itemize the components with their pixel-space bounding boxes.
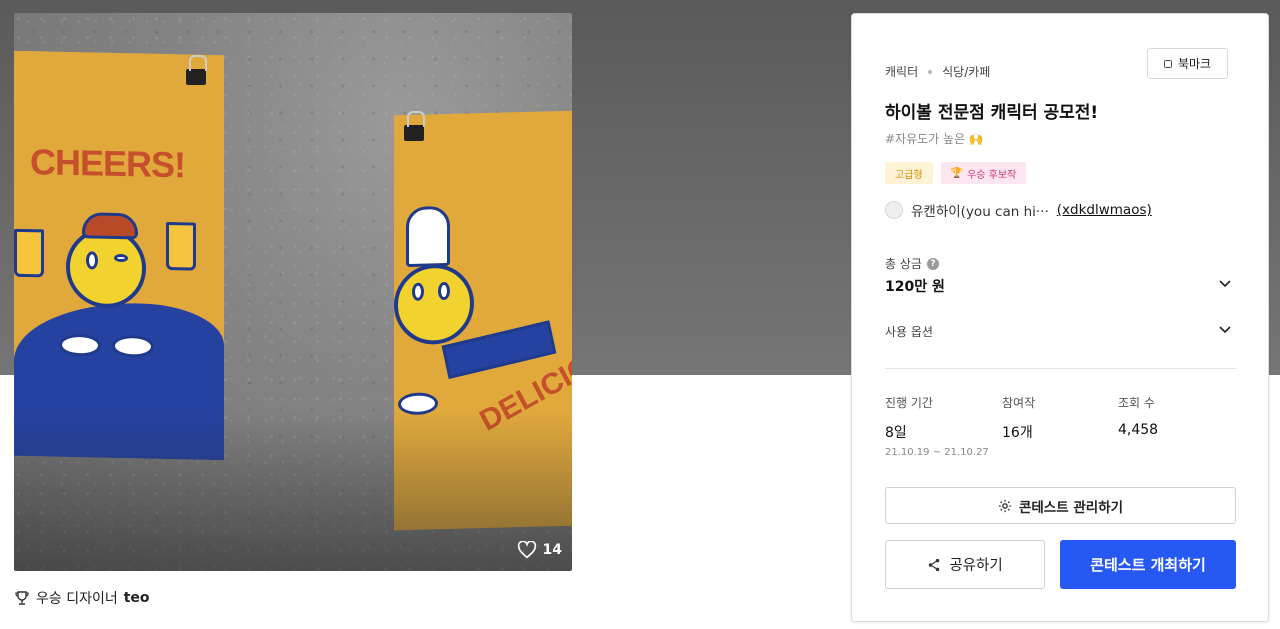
chevron-down-icon[interactable] [1217, 321, 1233, 337]
contest-title: 하이볼 전문점 캐릭터 공모전! [885, 103, 1099, 123]
mascot-character [66, 226, 146, 309]
winner-candidate-label: 우승 후보작 [967, 169, 1017, 181]
author-id[interactable]: (xdkdlwmaos) [1057, 202, 1152, 218]
mascot-hat [82, 212, 138, 240]
author-name: 유캔하이(you can hi··· [911, 204, 1049, 220]
avatar [885, 201, 903, 219]
like-count: 14 [542, 542, 562, 558]
mascot-eye [412, 282, 424, 301]
prize-value: 120만 원 [885, 279, 945, 295]
entries-value: 16개 [1002, 425, 1033, 441]
premium-badge: 고급형 [885, 162, 933, 184]
host-contest-button[interactable]: 콘테스트 개최하기 [1060, 540, 1236, 589]
separator-dot [928, 69, 933, 74]
prize-label: 총 상금 ? [885, 255, 939, 272]
usage-option-label[interactable]: 사용 옵션 [885, 323, 933, 340]
trophy-icon: 🏆 [950, 167, 964, 179]
prize-label-text: 총 상금 [885, 257, 922, 271]
category-character[interactable]: 캐릭터 [885, 63, 918, 80]
chevron-down-icon[interactable] [1217, 275, 1233, 291]
poster-cheers-text: CHEERS! [30, 141, 186, 186]
share-icon [929, 558, 940, 571]
like-button[interactable]: 14 [517, 541, 562, 559]
period-label: 진행 기간 [885, 396, 933, 410]
mascot-eye [438, 281, 450, 301]
chef-character [394, 263, 474, 346]
mascot-feet [59, 333, 101, 357]
period-range: 21.10.19 ~ 21.10.27 [885, 447, 989, 458]
entries-label: 참여작 [1002, 396, 1036, 410]
poster-cheers: CHEERS! [14, 50, 224, 461]
winner-prefix: 우승 디자이너 [36, 591, 118, 607]
stat-entries: 참여작 16개 [1002, 394, 1035, 442]
gear-icon [998, 499, 1012, 512]
contest-tagline: #자유도가 높은 🙌 [885, 132, 984, 146]
trophy-icon [15, 591, 29, 605]
category-restaurant-cafe[interactable]: 식당/카페 [942, 63, 990, 80]
manage-contest-label: 콘테스트 관리하기 [1018, 499, 1124, 516]
bookmark-label: 북마크 [1177, 57, 1212, 71]
mascot-eye [86, 251, 98, 270]
mascot-feet [112, 334, 154, 358]
mascot-eye [114, 253, 128, 263]
badge-group: 고급형 🏆 우승 후보작 [885, 162, 1027, 184]
bottom-shadow [14, 411, 572, 571]
views-value: 4,458 [1118, 422, 1159, 438]
beer-glass-left [14, 228, 44, 278]
winner-name[interactable]: teo [124, 590, 150, 606]
divider [885, 368, 1236, 369]
share-label: 공유하기 [949, 558, 1003, 574]
contest-info-card: 캐릭터 식당/카페 북마크 하이볼 전문점 캐릭터 공모전! #자유도가 높은 … [851, 13, 1269, 622]
binder-clip [186, 55, 207, 85]
category-breadcrumb: 캐릭터 식당/카페 [885, 63, 990, 80]
stat-views: 조회 수 4,458 [1118, 394, 1158, 438]
beer-glass-right [166, 221, 196, 271]
contest-artwork-image[interactable]: CHEERS! DELICIOU 14 [14, 13, 572, 571]
bookmark-icon [1163, 59, 1172, 68]
author-info[interactable]: 유캔하이(you can hi··· (xdkdlwmaos) [885, 200, 1152, 220]
views-label: 조회 수 [1118, 396, 1155, 410]
period-value: 8일 [885, 425, 907, 441]
manage-contest-button[interactable]: 콘테스트 관리하기 [885, 487, 1236, 524]
heart-outline-icon [517, 541, 536, 559]
binder-clip [404, 111, 425, 141]
winner-candidate-badge: 🏆 우승 후보작 [940, 162, 1027, 184]
share-button[interactable]: 공유하기 [885, 540, 1045, 589]
stat-period: 진행 기간 8일 21.10.19 ~ 21.10.27 [885, 394, 989, 458]
help-icon[interactable]: ? [926, 257, 939, 270]
winner-designer: 우승 디자이너 teo [14, 588, 150, 608]
bookmark-button[interactable]: 북마크 [1147, 48, 1228, 79]
chef-hat [406, 205, 450, 268]
